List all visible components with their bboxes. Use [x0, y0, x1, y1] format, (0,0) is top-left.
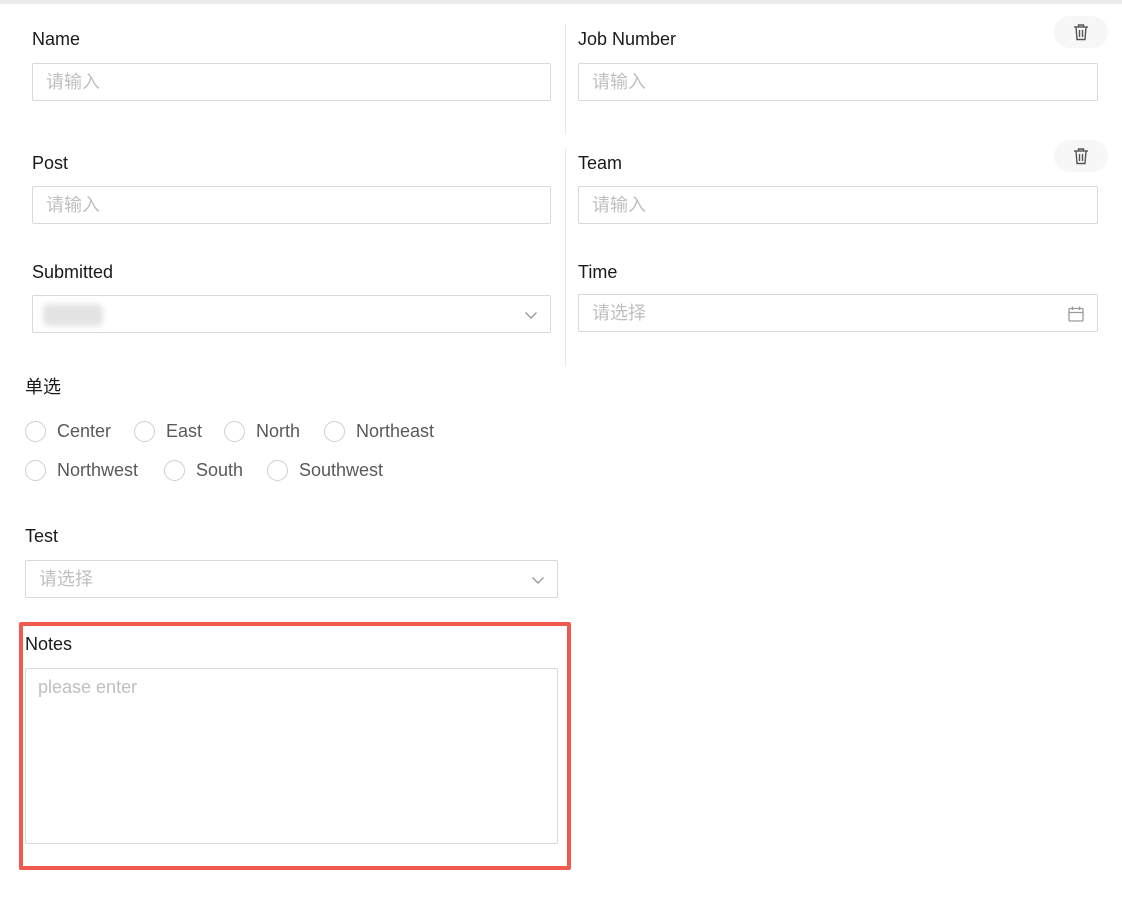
job-number-input-wrapper[interactable]: [578, 63, 1098, 101]
redacted-value: [43, 304, 103, 326]
radio-option-north[interactable]: North: [224, 419, 300, 443]
job-number-input[interactable]: [592, 64, 1097, 100]
submitted-label: Submitted: [32, 262, 114, 282]
chevron-down-icon: [525, 312, 537, 319]
delete-row-1-button[interactable]: [1054, 16, 1108, 48]
time-placeholder: 请选择: [592, 303, 646, 323]
radio-option-label: Northwest: [57, 459, 139, 480]
radio-option-northeast[interactable]: Northeast: [324, 419, 434, 443]
time-picker[interactable]: 请选择: [578, 294, 1098, 332]
time-label: Time: [578, 262, 618, 282]
radio-circle[interactable]: [25, 420, 46, 442]
radio-option-east[interactable]: East: [134, 419, 202, 443]
name-input-wrapper[interactable]: [32, 63, 551, 101]
column-divider: [565, 24, 566, 134]
radio-circle[interactable]: [224, 420, 245, 442]
radio-option-label: East: [166, 420, 203, 441]
notes-label: Notes: [25, 634, 73, 654]
radio-option-label: Center: [57, 420, 112, 441]
test-label: Test: [25, 526, 59, 546]
submitted-select[interactable]: [32, 295, 551, 333]
test-placeholder: 请选择: [39, 569, 93, 589]
notes-textarea-wrapper[interactable]: [25, 668, 558, 844]
radio-option-label: South: [196, 459, 244, 480]
radio-option-center[interactable]: Center: [25, 419, 111, 443]
radio-option-southwest[interactable]: Southwest: [267, 458, 383, 482]
radio-group-label: 单选: [25, 377, 61, 397]
radio-option-label: North: [256, 420, 301, 441]
radio-option-south[interactable]: South: [164, 458, 243, 482]
team-input-wrapper[interactable]: [578, 186, 1098, 224]
radio-option-label: Northeast: [356, 420, 435, 441]
post-input-wrapper[interactable]: [32, 186, 551, 224]
trash-icon: [1074, 24, 1088, 41]
radio-circle[interactable]: [25, 459, 46, 481]
top-divider: [0, 0, 1122, 4]
trash-icon: [1074, 148, 1088, 165]
name-label: Name: [32, 29, 81, 49]
radio-circle[interactable]: [164, 459, 185, 481]
delete-row-2-button[interactable]: [1054, 140, 1108, 172]
team-label: Team: [578, 153, 623, 173]
post-input[interactable]: [46, 187, 550, 223]
post-label: Post: [32, 153, 69, 173]
calendar-icon: [1068, 306, 1084, 322]
chevron-down-icon: [532, 577, 544, 584]
radio-circle[interactable]: [324, 420, 345, 442]
radio-option-northwest[interactable]: Northwest: [25, 458, 138, 482]
notes-textarea[interactable]: [26, 669, 557, 843]
radio-option-label: Southwest: [299, 459, 384, 480]
name-input[interactable]: [46, 64, 550, 100]
team-input[interactable]: [592, 187, 1097, 223]
job-number-label: Job Number: [578, 29, 677, 49]
radio-circle[interactable]: [134, 420, 155, 442]
column-divider: [565, 148, 566, 366]
radio-circle[interactable]: [267, 459, 288, 481]
test-select[interactable]: 请选择: [25, 560, 558, 598]
